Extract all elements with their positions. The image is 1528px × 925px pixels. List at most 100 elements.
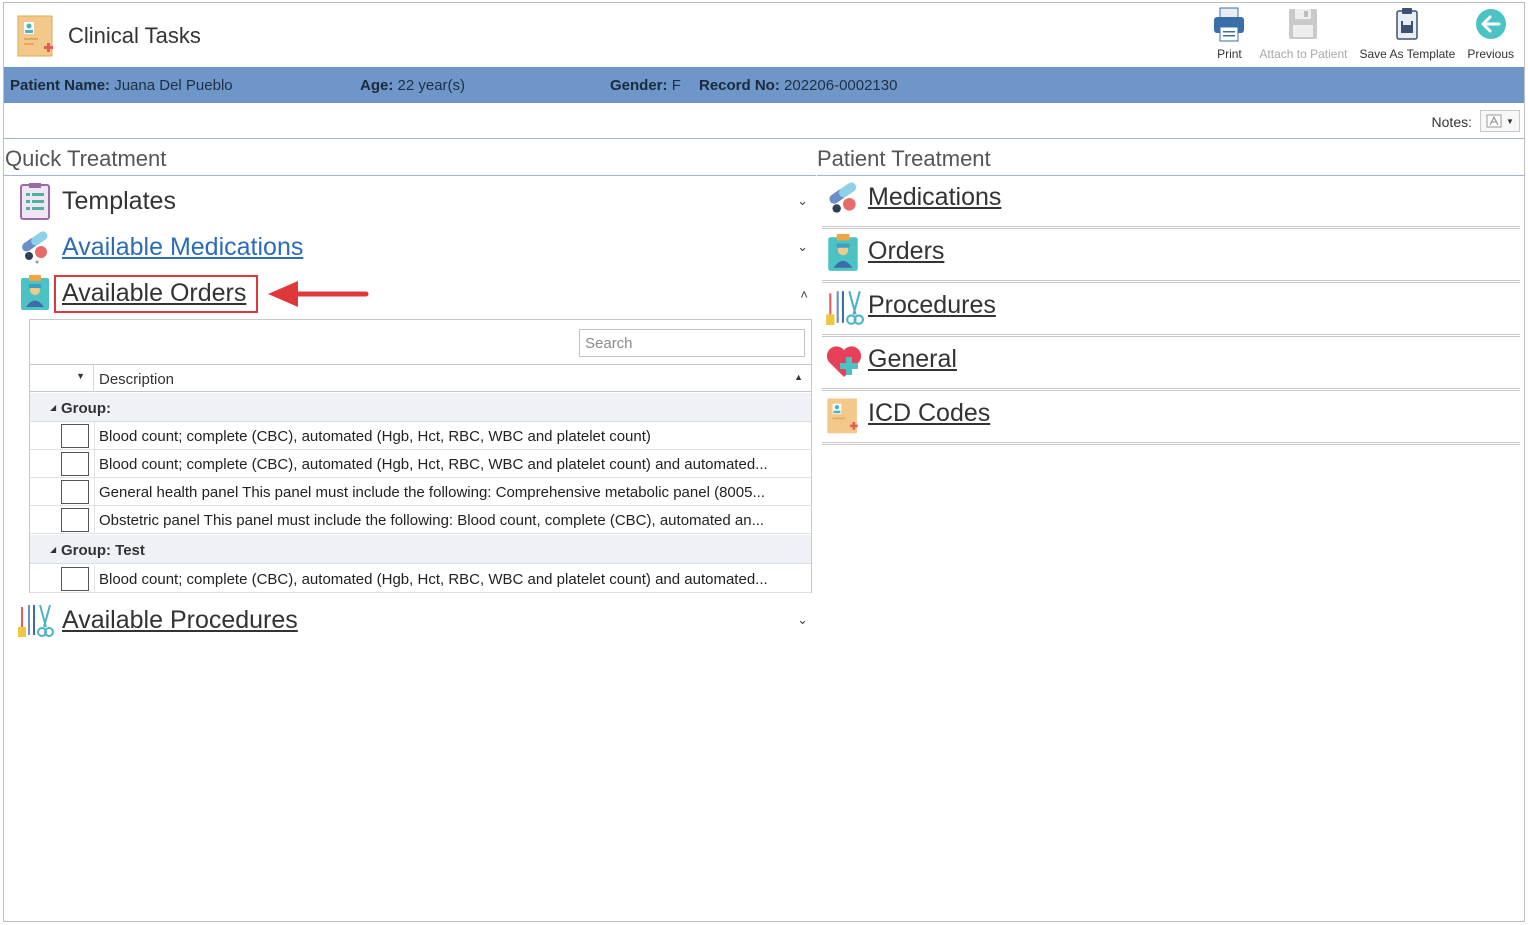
section-divider xyxy=(822,226,1520,229)
available-medications-link[interactable]: Available Medications xyxy=(62,233,303,262)
chevron-down-icon[interactable]: ⌄ xyxy=(797,193,808,209)
save-template-label: Save As Template xyxy=(1359,47,1456,61)
select-column-header[interactable]: ▼ xyxy=(30,365,94,392)
available-medications-item[interactable]: Available Medications ⌄ xyxy=(16,227,816,267)
clipboard-save-icon xyxy=(1396,8,1419,40)
collapse-triangle-icon[interactable]: ◢ xyxy=(50,545,56,554)
patient-info-bar: Patient Name: Juana Del Pueblo Age: 22 y… xyxy=(4,67,1524,103)
templates-item[interactable]: Templates ⌄ xyxy=(16,181,816,221)
patient-age: Age: 22 year(s) xyxy=(360,77,465,94)
table-row[interactable]: Blood count; complete (CBC), automated (… xyxy=(30,450,811,478)
patient-record-label: Record No: xyxy=(699,77,780,94)
chevron-up-icon[interactable]: ˄ xyxy=(800,287,808,302)
description-column-header[interactable]: Description xyxy=(99,371,174,388)
doctor-clipboard-icon xyxy=(824,233,864,273)
floppy-disk-icon xyxy=(1289,9,1318,39)
table-row[interactable]: Blood count; complete (CBC), automated (… xyxy=(30,565,811,593)
patient-gender: Gender: F xyxy=(610,77,681,94)
search-input[interactable]: Search xyxy=(579,329,805,357)
callout-arrow-icon xyxy=(268,281,369,307)
order-description: General health panel This panel must inc… xyxy=(99,484,765,501)
group-label: Group: xyxy=(61,400,111,417)
print-label: Print xyxy=(1217,47,1242,61)
patient-icd-codes-item[interactable]: ICD Codes xyxy=(822,393,1520,445)
group-row[interactable]: ◢ Group: Test xyxy=(30,535,811,564)
patient-record: Record No: 202206-0002130 xyxy=(699,77,897,94)
patient-procedures-item[interactable]: Procedures xyxy=(822,285,1520,337)
patient-orders-link[interactable]: Orders xyxy=(868,237,944,266)
group-label: Group: Test xyxy=(61,542,145,559)
row-checkbox[interactable] xyxy=(61,424,89,448)
attach-label: Attach to Patient xyxy=(1259,47,1348,61)
patient-treatment-title: Patient Treatment xyxy=(817,146,991,171)
collapse-triangle-icon[interactable]: ◢ xyxy=(50,403,56,412)
clinical-folder-icon xyxy=(16,12,56,58)
row-checkbox[interactable] xyxy=(61,567,89,591)
available-orders-grid: Search ▼ Description ▲ ◢ Group: Blood co… xyxy=(29,319,812,593)
section-divider xyxy=(822,280,1520,283)
printer-icon xyxy=(1214,7,1245,42)
column-divider xyxy=(94,565,95,593)
patient-medications-item[interactable]: Medications xyxy=(822,177,1520,229)
app-window: Clinical Tasks Print Attach to Patient S… xyxy=(3,2,1525,922)
chevron-down-icon[interactable]: ▼ xyxy=(76,371,85,381)
section-divider xyxy=(822,442,1520,445)
notes-dropdown[interactable]: ▼ xyxy=(1480,110,1520,132)
table-row[interactable]: General health panel This panel must inc… xyxy=(30,478,811,506)
pills-icon xyxy=(16,228,54,266)
clipboard-list-icon xyxy=(16,182,54,220)
print-button[interactable]: Print xyxy=(1205,5,1253,67)
callout-highlight-box xyxy=(54,275,258,313)
doctor-clipboard-icon xyxy=(16,274,54,312)
save-as-template-button[interactable]: Save As Template xyxy=(1353,5,1461,67)
notes-label: Notes: xyxy=(1431,114,1472,130)
app-title: Clinical Tasks xyxy=(68,23,201,48)
column-divider xyxy=(94,506,95,534)
previous-label: Previous xyxy=(1467,47,1514,61)
chevron-down-icon[interactable]: ⌄ xyxy=(797,612,808,628)
order-description: Obstetric panel This panel must include … xyxy=(99,512,765,529)
patient-gender-value: F xyxy=(671,77,681,94)
patient-record-value: 202206-0002130 xyxy=(784,77,898,94)
quick-treatment-divider xyxy=(4,175,816,176)
back-arrow-icon xyxy=(1475,9,1506,39)
notes-row: Notes: ▼ xyxy=(4,103,1524,139)
chevron-down-icon: ▼ xyxy=(1506,116,1514,126)
available-procedures-link[interactable]: Available Procedures xyxy=(62,606,298,635)
patient-age-label: Age: xyxy=(360,77,394,94)
chevron-down-icon[interactable]: ⌄ xyxy=(797,239,808,255)
order-description: Blood count; complete (CBC), automated (… xyxy=(99,571,768,588)
patient-general-item[interactable]: General xyxy=(822,339,1520,391)
heart-plus-icon xyxy=(824,341,864,381)
previous-button[interactable]: Previous xyxy=(1461,5,1520,67)
patient-medications-link[interactable]: Medications xyxy=(868,183,1001,212)
quick-treatment-title: Quick Treatment xyxy=(5,146,167,171)
group-row[interactable]: ◢ Group: xyxy=(30,393,811,422)
sort-ascending-icon[interactable]: ▲ xyxy=(794,372,803,382)
row-checkbox[interactable] xyxy=(61,508,89,532)
patient-name-label: Patient Name: xyxy=(10,77,111,94)
grid-header: ▼ Description ▲ xyxy=(30,364,811,392)
pills-icon xyxy=(824,179,864,219)
table-row[interactable]: Obstetric panel This panel must include … xyxy=(30,506,811,534)
available-procedures-item[interactable]: Available Procedures ⌄ xyxy=(16,600,816,640)
patient-icd-codes-link[interactable]: ICD Codes xyxy=(868,399,990,428)
column-divider xyxy=(94,450,95,478)
attach-to-patient-button[interactable]: Attach to Patient xyxy=(1253,5,1353,67)
templates-label: Templates xyxy=(62,186,176,215)
toolbar: Print Attach to Patient Save As Template… xyxy=(1205,5,1520,67)
patient-age-value: 22 year(s) xyxy=(397,77,466,94)
patient-procedures-link[interactable]: Procedures xyxy=(868,291,996,320)
patient-name-value: Juana Del Pueblo xyxy=(114,77,233,94)
row-checkbox[interactable] xyxy=(61,480,89,504)
section-divider xyxy=(822,388,1520,391)
patient-orders-item[interactable]: Orders xyxy=(822,231,1520,283)
patient-name: Patient Name: Juana Del Pueblo xyxy=(10,77,233,94)
patient-treatment-divider xyxy=(817,175,1524,176)
clinical-folder-icon xyxy=(824,395,864,435)
patient-general-link[interactable]: General xyxy=(868,345,957,374)
row-checkbox[interactable] xyxy=(61,452,89,476)
surgical-tools-icon xyxy=(16,601,54,639)
app-header: Clinical Tasks Print Attach to Patient S… xyxy=(4,3,1524,67)
table-row[interactable]: Blood count; complete (CBC), automated (… xyxy=(30,422,811,450)
